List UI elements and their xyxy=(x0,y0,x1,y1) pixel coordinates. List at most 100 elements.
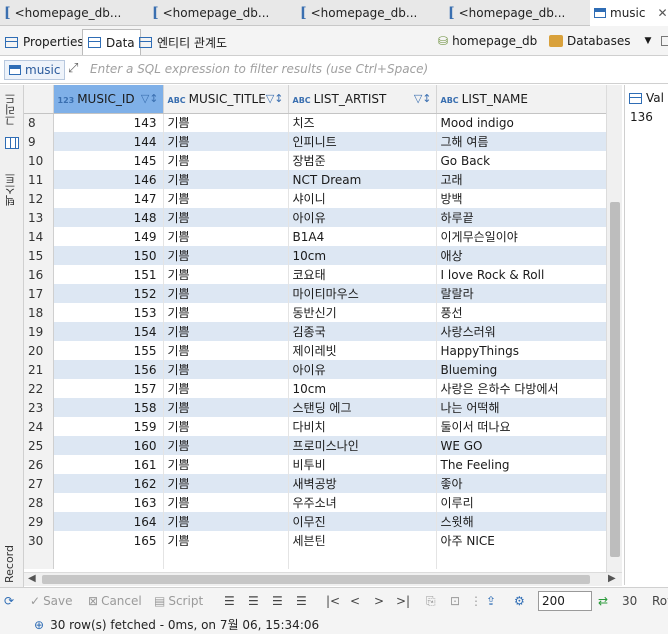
row-number[interactable]: 13 xyxy=(24,208,54,227)
cell-music-title[interactable]: 기쁨 xyxy=(163,512,289,531)
row-number[interactable]: 28 xyxy=(24,493,54,512)
cell-music-title[interactable]: 기쁨 xyxy=(163,493,289,512)
cell-list-name[interactable]: 이루리 xyxy=(436,493,607,512)
cell-music-id[interactable]: 155 xyxy=(53,341,164,360)
export-icon[interactable]: ⇪ xyxy=(486,592,496,610)
cell-list-artist[interactable]: 새벽공방 xyxy=(288,474,437,493)
cell-list-artist[interactable]: 세븐틴 xyxy=(288,531,437,550)
tab-properties[interactable]: Properties xyxy=(0,29,89,55)
cell-music-id[interactable]: 148 xyxy=(53,208,164,227)
settings-gear-icon[interactable]: ⚙ xyxy=(514,592,525,610)
copy-row-icon[interactable]: ☰ xyxy=(272,592,283,610)
table-row[interactable]: 14 149 기쁨 B1A4 이게무슨일이야 xyxy=(24,227,607,246)
row-number[interactable]: 27 xyxy=(24,474,54,493)
table-row[interactable]: 21 156 기쁨 아이유 Blueming xyxy=(24,360,607,379)
filter-sort-icon[interactable]: ▽↕ xyxy=(414,92,432,105)
last-page-icon[interactable]: >| xyxy=(396,592,410,610)
cell-music-id[interactable]: 152 xyxy=(53,284,164,303)
column-header-music-id[interactable]: 123 MUSIC_ID ▽↕ xyxy=(53,85,164,114)
row-number[interactable]: 9 xyxy=(24,132,54,151)
row-number[interactable]: 21 xyxy=(24,360,54,379)
row-number[interactable]: 12 xyxy=(24,189,54,208)
refresh-count-icon[interactable]: ⇄ xyxy=(598,592,608,610)
table-row[interactable]: 11 146 기쁨 NCT Dream 고래 xyxy=(24,170,607,189)
cell-list-artist[interactable]: 스탠딩 에그 xyxy=(288,398,437,417)
cell-list-name[interactable]: WE GO xyxy=(436,436,607,455)
cell-music-title[interactable]: 기쁨 xyxy=(163,436,289,455)
table-row[interactable]: 30 165 기쁨 세븐틴 아주 NICE xyxy=(24,531,607,550)
column-header-music-title[interactable]: ABC MUSIC_TITLE ▽↕ xyxy=(163,85,289,114)
horizontal-scroll-thumb[interactable] xyxy=(42,575,590,584)
cell-list-name[interactable]: Go Back xyxy=(436,151,607,170)
row-number[interactable]: 8 xyxy=(24,113,54,132)
column-header-list-name[interactable]: ABC LIST_NAME xyxy=(436,85,607,114)
table-row[interactable]: 8 143 기쁨 치즈 Mood indigo xyxy=(24,113,607,132)
cell-list-artist[interactable]: 우주소녀 xyxy=(288,493,437,512)
cell-list-name[interactable]: 풍선 xyxy=(436,303,607,322)
expand-icon[interactable]: ⤢ xyxy=(68,61,78,76)
row-number[interactable]: 17 xyxy=(24,284,54,303)
cell-list-name[interactable]: 사랑스러워 xyxy=(436,322,607,341)
cell-list-name[interactable]: 둘이서 떠나요 xyxy=(436,417,607,436)
cell-music-title[interactable]: 기쁨 xyxy=(163,379,289,398)
cell-music-id[interactable]: 163 xyxy=(53,493,164,512)
cell-music-title[interactable]: 기쁨 xyxy=(163,227,289,246)
editor-tab-music[interactable]: music ✕ xyxy=(590,0,668,26)
cell-music-id[interactable]: 147 xyxy=(53,189,164,208)
refresh-icon[interactable]: ⟳ xyxy=(4,592,14,610)
cell-music-title[interactable]: 기쁨 xyxy=(163,189,289,208)
editor-tab-script-4[interactable]: [ <homepage_db... xyxy=(444,0,590,26)
table-row[interactable]: 13 148 기쁨 아이유 하루끝 xyxy=(24,208,607,227)
cell-music-title[interactable]: 기쁨 xyxy=(163,341,289,360)
cell-music-title[interactable]: 기쁨 xyxy=(163,455,289,474)
cell-list-artist[interactable]: 코요태 xyxy=(288,265,437,284)
fetch-page-icon[interactable]: ⎘ xyxy=(426,592,436,610)
previous-page-icon[interactable]: < xyxy=(350,592,360,610)
row-number[interactable]: 22 xyxy=(24,379,54,398)
row-number[interactable]: 24 xyxy=(24,417,54,436)
grid-view-toggle[interactable]: 그리드 xyxy=(3,93,19,126)
table-row[interactable]: 18 153 기쁨 동반신기 풍선 xyxy=(24,303,607,322)
vertical-scroll-thumb[interactable] xyxy=(610,202,620,557)
cell-music-title[interactable]: 기쁨 xyxy=(163,265,289,284)
record-view-toggle[interactable]: Record xyxy=(3,545,16,583)
filter-entity-chip[interactable]: music xyxy=(4,60,66,80)
cell-list-name[interactable]: The Feeling xyxy=(436,455,607,474)
cell-list-name[interactable]: 좋아 xyxy=(436,474,607,493)
row-number[interactable]: 18 xyxy=(24,303,54,322)
table-row[interactable]: 22 157 기쁨 10cm 사랑은 은하수 다방에서 xyxy=(24,379,607,398)
column-header-list-artist[interactable]: ABC LIST_ARTIST ▽↕ xyxy=(288,85,437,114)
cell-music-id[interactable]: 158 xyxy=(53,398,164,417)
cell-list-artist[interactable]: 제이레빗 xyxy=(288,341,437,360)
cell-music-id[interactable]: 146 xyxy=(53,170,164,189)
tab-data[interactable]: Data xyxy=(82,29,141,55)
cell-list-name[interactable]: 사랑은 은하수 다방에서 xyxy=(436,379,607,398)
table-row[interactable]: 15 150 기쁨 10cm 애상 xyxy=(24,246,607,265)
cell-list-artist[interactable]: 10cm xyxy=(288,379,437,398)
more-icon[interactable]: ⋮ xyxy=(470,592,482,610)
fetch-all-icon[interactable]: ⊡ xyxy=(450,592,460,610)
table-row[interactable]: 19 154 기쁨 김종국 사랑스러워 xyxy=(24,322,607,341)
cell-list-artist[interactable]: 비투비 xyxy=(288,455,437,474)
row-number[interactable]: 30 xyxy=(24,531,54,550)
cell-list-name[interactable]: 아주 NICE xyxy=(436,531,607,550)
cell-list-artist[interactable]: 이무진 xyxy=(288,512,437,531)
cell-list-artist[interactable]: 치즈 xyxy=(288,113,437,132)
fetch-size-input[interactable]: 200 xyxy=(538,591,592,611)
cell-list-artist[interactable]: 아이유 xyxy=(288,208,437,227)
cell-list-artist[interactable]: 동반신기 xyxy=(288,303,437,322)
save-button[interactable]: ✓ Save xyxy=(30,592,73,610)
cell-music-title[interactable]: 기쁨 xyxy=(163,132,289,151)
cell-list-artist[interactable]: 프로미스나인 xyxy=(288,436,437,455)
cell-music-title[interactable]: 기쁨 xyxy=(163,208,289,227)
cell-music-title[interactable]: 기쁨 xyxy=(163,303,289,322)
cell-music-title[interactable]: 기쁨 xyxy=(163,417,289,436)
cell-music-id[interactable]: 151 xyxy=(53,265,164,284)
cell-music-title[interactable]: 기쁨 xyxy=(163,151,289,170)
cell-list-artist[interactable]: 샤이니 xyxy=(288,189,437,208)
cell-music-title[interactable]: 기쁨 xyxy=(163,531,289,550)
table-row[interactable]: 17 152 기쁨 마이티마우스 랄랄라 xyxy=(24,284,607,303)
chevron-down-icon[interactable]: ▼ xyxy=(645,36,652,46)
cell-music-id[interactable]: 150 xyxy=(53,246,164,265)
cell-music-id[interactable]: 160 xyxy=(53,436,164,455)
